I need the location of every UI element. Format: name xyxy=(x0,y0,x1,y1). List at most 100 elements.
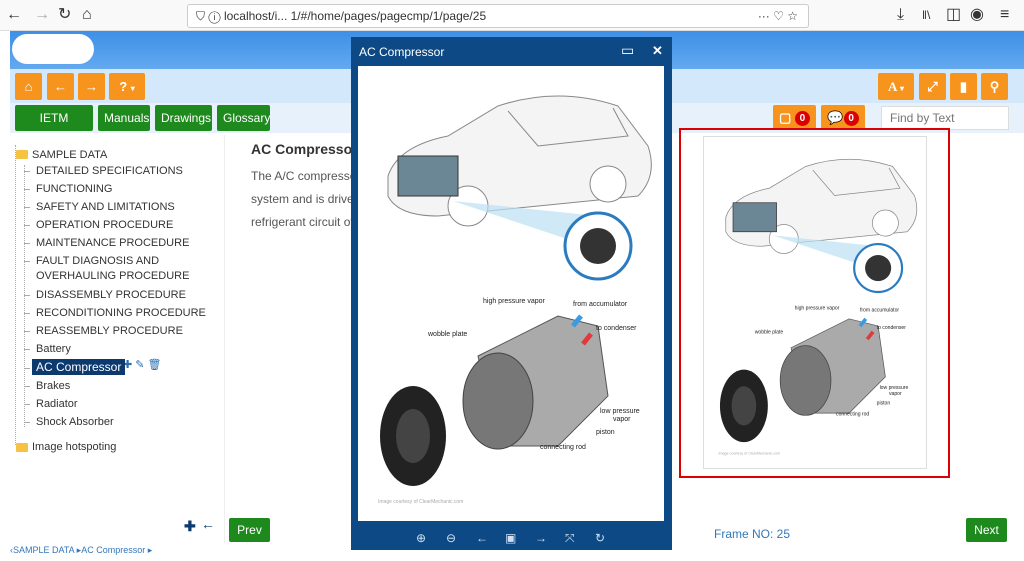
home-button[interactable]: ⌂ xyxy=(15,73,42,100)
caret-icon: ▾ xyxy=(899,84,904,93)
label-high-pressure-vapor: high pressure vapor xyxy=(483,298,546,305)
tree-item[interactable]: MAINTENANCE PROCEDURE xyxy=(36,236,189,250)
bookmark-button[interactable]: ▮ xyxy=(950,73,977,100)
label-connecting-rod: connecting rod xyxy=(540,444,586,451)
tree-item[interactable]: OVERHAULING PROCEDURE xyxy=(36,269,189,283)
breadcrumb[interactable]: ‹SAMPLE DATA ▸AC Compressor ▸ xyxy=(10,545,152,556)
compressor-inset-image xyxy=(865,254,892,282)
previous-image-icon[interactable]: ← xyxy=(476,531,488,545)
folder-icon xyxy=(16,443,28,452)
forward-button[interactable]: → xyxy=(78,73,105,100)
page-actions[interactable]: ··· ♡ ☆ xyxy=(758,5,798,27)
label-vapor: vapor xyxy=(889,391,902,397)
tree-root-sample-data[interactable]: SAMPLE DATA xyxy=(32,148,107,162)
image-credit: Image courtesy of ClearMechanic.com xyxy=(378,499,463,505)
fullscreen-button[interactable]: ⤢ xyxy=(919,73,946,100)
tree-item[interactable]: Battery xyxy=(36,342,71,356)
next-button[interactable]: Next xyxy=(966,518,1007,542)
find-by-text-input[interactable] xyxy=(881,106,1009,130)
url-bar[interactable]: ⛉ ⓘ localhost/i... 1/#/home/pages/pagecm… xyxy=(187,4,809,28)
fit-screen-icon[interactable]: ⤧ xyxy=(565,531,575,546)
notes-count-badge: 0 xyxy=(794,111,810,127)
tree-item[interactable]: OPERATION PROCEDURE xyxy=(36,218,173,232)
download-icon[interactable]: ⤓ xyxy=(897,5,904,25)
tree-item[interactable]: AC Compressor xyxy=(32,359,126,375)
library-icon[interactable]: ‖\ xyxy=(922,5,930,25)
tab-manuals[interactable]: Manuals xyxy=(98,105,150,131)
compressor-illustration xyxy=(719,317,886,443)
back-icon[interactable]: ← xyxy=(6,5,22,25)
back-button[interactable]: ← xyxy=(47,73,74,100)
content-line: system and is drive xyxy=(251,192,354,206)
collapse-icon[interactable]: ← xyxy=(201,516,215,532)
close-icon[interactable]: ✕ xyxy=(652,43,663,59)
label-wobble-plate: wobble plate xyxy=(427,331,467,338)
ac-compressor-figure: high pressure vapor from accumulator to … xyxy=(378,95,652,505)
sidebar-icon[interactable]: ◫ xyxy=(946,5,961,25)
label-piston: piston xyxy=(596,429,615,436)
tree-item[interactable]: DETAILED SPECIFICATIONS xyxy=(36,164,183,178)
label-high-pressure-vapor: high pressure vapor xyxy=(795,305,840,311)
tree-item[interactable]: FAULT DIAGNOSIS AND xyxy=(36,254,159,268)
comments-button[interactable]: 💬 0 xyxy=(821,105,865,130)
font-icon: A xyxy=(888,79,897,94)
label-to-condenser: to condenser xyxy=(596,325,637,332)
image-credit: Image courtesy of ClearMechanic.com xyxy=(719,451,781,455)
ac-compressor-thumbnail: high pressure vapor from accumulator to … xyxy=(719,158,918,455)
label-to-condenser: to condenser xyxy=(877,325,907,331)
more-icon[interactable]: ··· xyxy=(758,9,770,23)
content-title: AC Compressor xyxy=(251,141,358,157)
next-image-icon[interactable]: → xyxy=(535,531,547,545)
tree-item[interactable]: DISASSEMBLY PROCEDURE xyxy=(36,288,186,302)
content-line: The A/C compresso xyxy=(251,169,357,183)
search-button[interactable]: ⚲ xyxy=(981,73,1008,100)
add-icon[interactable]: ✚ xyxy=(184,518,196,535)
tree-item[interactable]: RECONDITIONING PROCEDURE xyxy=(36,306,206,320)
label-piston: piston xyxy=(877,400,891,406)
prev-button[interactable]: Prev xyxy=(229,518,270,542)
home-icon[interactable]: ⌂ xyxy=(82,5,92,25)
reload-icon[interactable]: ↻ xyxy=(58,5,71,25)
font-size-button[interactable]: A ▾ xyxy=(878,73,914,100)
figure-thumbnail[interactable]: high pressure vapor from accumulator to … xyxy=(703,136,927,469)
item-actions[interactable]: ✚ ✎ 🗑 xyxy=(123,358,162,371)
content-tree: SAMPLE DATA DETAILED SPECIFICATIONS FUNCT… xyxy=(10,135,225,543)
zoom-out-icon[interactable]: ⊖ xyxy=(446,531,456,545)
help-button[interactable]: ? ▾ xyxy=(109,73,145,100)
content-line: refrigerant circuit of xyxy=(251,215,354,229)
tree-item[interactable]: Radiator xyxy=(36,397,78,411)
tree-item[interactable]: Brakes xyxy=(36,379,70,393)
tree-item[interactable]: FUNCTIONING xyxy=(36,182,112,196)
notes-button[interactable]: ▢ 0 xyxy=(773,105,816,130)
menu-icon[interactable]: ≡ xyxy=(1000,5,1009,25)
comments-count-badge: 0 xyxy=(843,111,859,127)
shield-icon: ⛉ xyxy=(196,9,206,23)
tab-drawings[interactable]: Drawings xyxy=(155,105,212,131)
label-connecting-rod: connecting rod xyxy=(836,411,869,417)
url-text: localhost/i... 1/#/home/pages/pagecmp/1/… xyxy=(223,9,487,23)
label-low-pressure: low pressure xyxy=(600,408,640,415)
tab-ietm-content[interactable]: IETM Content xyxy=(15,105,93,151)
browser-toolbar: ← → ↻ ⌂ ⛉ ⓘ localhost/i... 1/#/home/page… xyxy=(0,0,1024,31)
dialog-title: AC Compressor xyxy=(359,45,445,59)
label-vapor: vapor xyxy=(613,416,631,423)
compressor-inset-image xyxy=(580,228,616,264)
zoom-in-icon[interactable]: ⊕ xyxy=(416,531,426,545)
tree-item[interactable]: Shock Absorber xyxy=(36,415,114,429)
tree-item[interactable]: REASSEMBLY PROCEDURE xyxy=(36,324,183,338)
dialog-figure: high pressure vapor from accumulator to … xyxy=(358,66,664,521)
forward-icon[interactable]: → xyxy=(34,5,50,25)
logo xyxy=(12,34,94,64)
tree-item[interactable]: SAFETY AND LIMITATIONS xyxy=(36,200,175,214)
tab-glossary[interactable]: Glossary xyxy=(217,105,270,131)
image-icon[interactable]: ▣ xyxy=(505,531,516,545)
account-icon[interactable]: ◉ xyxy=(970,5,984,25)
compressor-illustration xyxy=(380,314,609,486)
rotate-icon[interactable]: ↻ xyxy=(595,531,605,545)
maximize-icon[interactable]: ▭ xyxy=(621,42,634,59)
frame-number: Frame NO: 25 xyxy=(714,527,791,541)
label-from-accumulator: from accumulator xyxy=(573,301,628,308)
label-wobble-plate: wobble plate xyxy=(755,329,784,335)
tree-root-image-hotspoting[interactable]: Image hotspoting xyxy=(32,440,116,454)
folder-icon xyxy=(16,150,28,159)
